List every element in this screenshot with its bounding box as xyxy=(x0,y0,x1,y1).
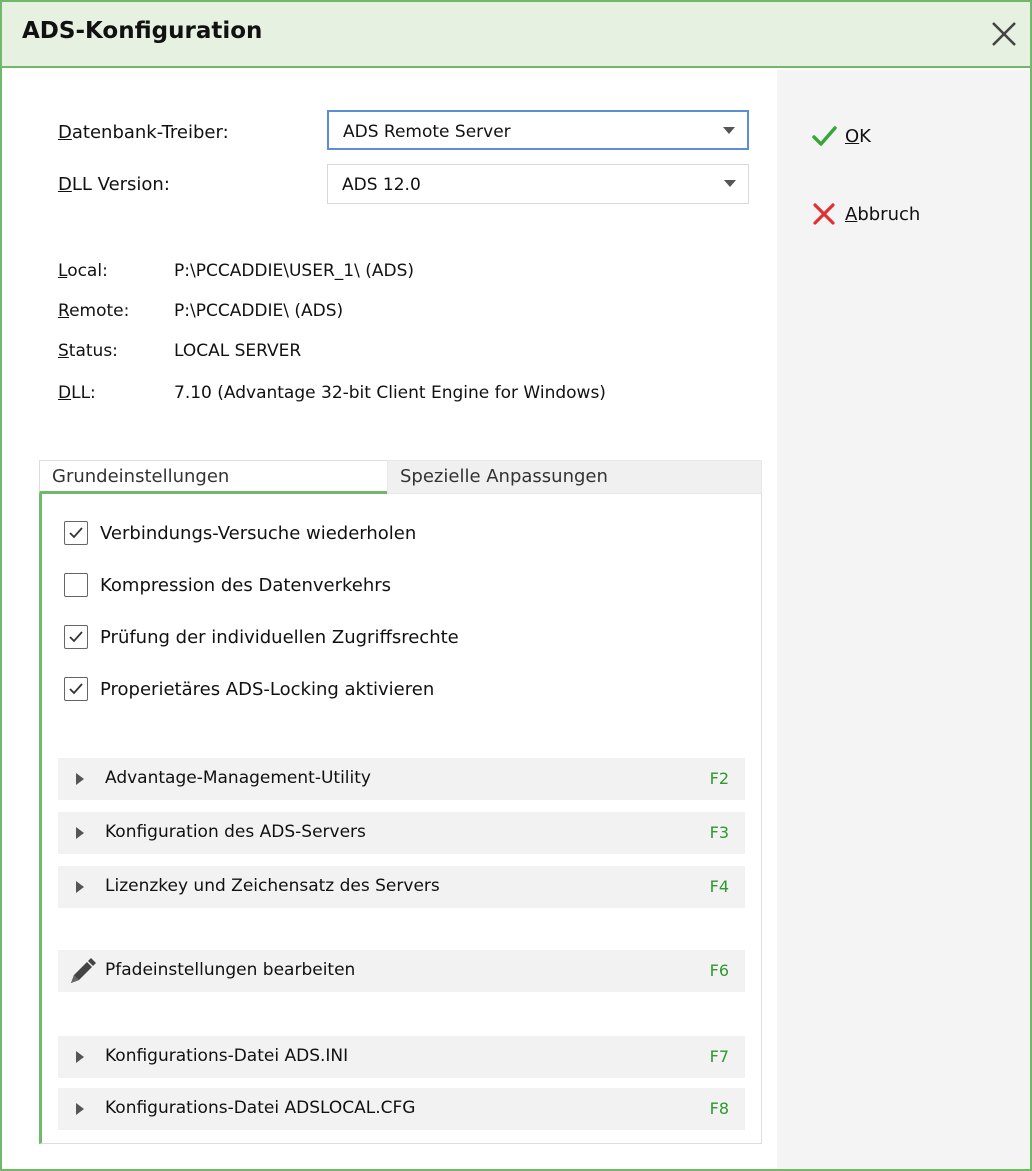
chevron-down-icon xyxy=(724,180,736,187)
list-item-label: Konfiguration des ADS-Servers xyxy=(105,822,366,842)
action-panel: OK Abbruch xyxy=(777,70,1030,1169)
cross-icon xyxy=(813,203,835,225)
shortcut-key: F7 xyxy=(709,1047,729,1066)
info-dll-value: 7.10 (Advantage 32-bit Client Engine for… xyxy=(174,383,606,403)
pencil-icon xyxy=(71,958,96,983)
tab-grundeinstellungen[interactable]: Grundeinstellungen xyxy=(39,460,387,494)
checkbox[interactable] xyxy=(64,625,88,649)
triangle-right-icon xyxy=(76,1051,84,1063)
cancel-button[interactable]: Abbruch xyxy=(809,192,1009,236)
driver-select[interactable]: ADS Remote Server xyxy=(327,110,749,150)
list-item-label: Advantage-Management-Utility xyxy=(105,768,371,788)
chevron-down-icon xyxy=(723,127,735,134)
option-retry-connection[interactable]: Verbindungs-Versuche wiederholen xyxy=(64,518,416,548)
info-local-label: Local: xyxy=(58,261,108,281)
triangle-right-icon xyxy=(76,827,84,839)
option-label: Properietäres ADS-Locking aktivieren xyxy=(100,678,435,700)
option-label: Kompression des Datenverkehrs xyxy=(100,574,392,596)
info-status-value: LOCAL SERVER xyxy=(174,341,302,361)
list-item-path-settings[interactable]: Pfadeinstellungen bearbeiten F6 xyxy=(58,950,745,992)
option-ads-locking[interactable]: Properietäres ADS-Locking aktivieren xyxy=(64,674,434,704)
triangle-right-icon xyxy=(76,773,84,785)
option-access-rights[interactable]: Prüfung der individuellen Zugriffsrechte xyxy=(64,622,459,652)
driver-label: Datenbank-Treiber: xyxy=(58,122,229,143)
checkbox[interactable] xyxy=(64,677,88,701)
shortcut-key: F3 xyxy=(709,823,729,842)
shortcut-key: F6 xyxy=(709,961,729,980)
dll-version-label: DLL Version: xyxy=(58,174,170,195)
option-label: Prüfung der individuellen Zugriffsrechte xyxy=(100,626,459,648)
cancel-label: Abbruch xyxy=(845,203,921,225)
list-item-adslocal-cfg[interactable]: Konfigurations-Datei ADSLOCAL.CFG F8 xyxy=(58,1088,745,1130)
info-remote-value: P:\PCCADDIE\ (ADS) xyxy=(174,301,344,321)
option-label: Verbindungs-Versuche wiederholen xyxy=(100,522,417,544)
info-status-label: Status: xyxy=(58,341,118,361)
list-item-license-key[interactable]: Lizenzkey und Zeichensatz des Servers F4 xyxy=(58,866,745,908)
list-item-label: Pfadeinstellungen bearbeiten xyxy=(105,960,356,980)
list-item-server-config[interactable]: Konfiguration des ADS-Servers F3 xyxy=(58,812,745,854)
tab-spezielle-anpassungen[interactable]: Spezielle Anpassungen xyxy=(387,460,762,494)
ads-config-dialog: ADS-Konfiguration Datenbank-Treiber: ADS… xyxy=(0,0,1032,1171)
shortcut-key: F2 xyxy=(709,769,729,788)
close-icon xyxy=(992,22,1016,46)
driver-select-value: ADS Remote Server xyxy=(343,122,511,142)
list-item-label: Lizenzkey und Zeichensatz des Servers xyxy=(105,876,440,896)
triangle-right-icon xyxy=(76,881,84,893)
info-dll-label: DLL: xyxy=(58,383,96,403)
checkmark-icon xyxy=(812,126,837,146)
checkbox[interactable] xyxy=(64,573,88,597)
dll-version-select-value: ADS 12.0 xyxy=(342,175,421,195)
option-compression[interactable]: Kompression des Datenverkehrs xyxy=(64,570,391,600)
ok-label: OK xyxy=(845,125,871,147)
dll-version-select[interactable]: ADS 12.0 xyxy=(327,164,749,204)
triangle-right-icon xyxy=(76,1103,84,1115)
list-item-management-utility[interactable]: Advantage-Management-Utility F2 xyxy=(58,758,745,800)
tab-panel-grundeinstellungen: Verbindungs-Versuche wiederholen Kompres… xyxy=(39,494,762,1144)
list-item-label: Konfigurations-Datei ADS.INI xyxy=(105,1046,349,1066)
checkmark-icon xyxy=(69,631,83,643)
ok-button[interactable]: OK xyxy=(809,114,1009,158)
shortcut-key: F8 xyxy=(709,1099,729,1118)
info-remote-label: Remote: xyxy=(58,301,130,321)
checkbox[interactable] xyxy=(64,521,88,545)
checkmark-icon xyxy=(69,683,83,695)
checkmark-icon xyxy=(69,527,83,539)
info-local-value: P:\PCCADDIE\USER_1\ (ADS) xyxy=(174,261,415,281)
title-bar: ADS-Konfiguration xyxy=(2,2,1030,68)
dialog-title: ADS-Konfiguration xyxy=(22,18,263,44)
list-item-label: Konfigurations-Datei ADSLOCAL.CFG xyxy=(105,1098,416,1118)
close-button[interactable] xyxy=(984,14,1024,54)
list-item-ads-ini[interactable]: Konfigurations-Datei ADS.INI F7 xyxy=(58,1036,745,1078)
shortcut-key: F4 xyxy=(709,877,729,896)
